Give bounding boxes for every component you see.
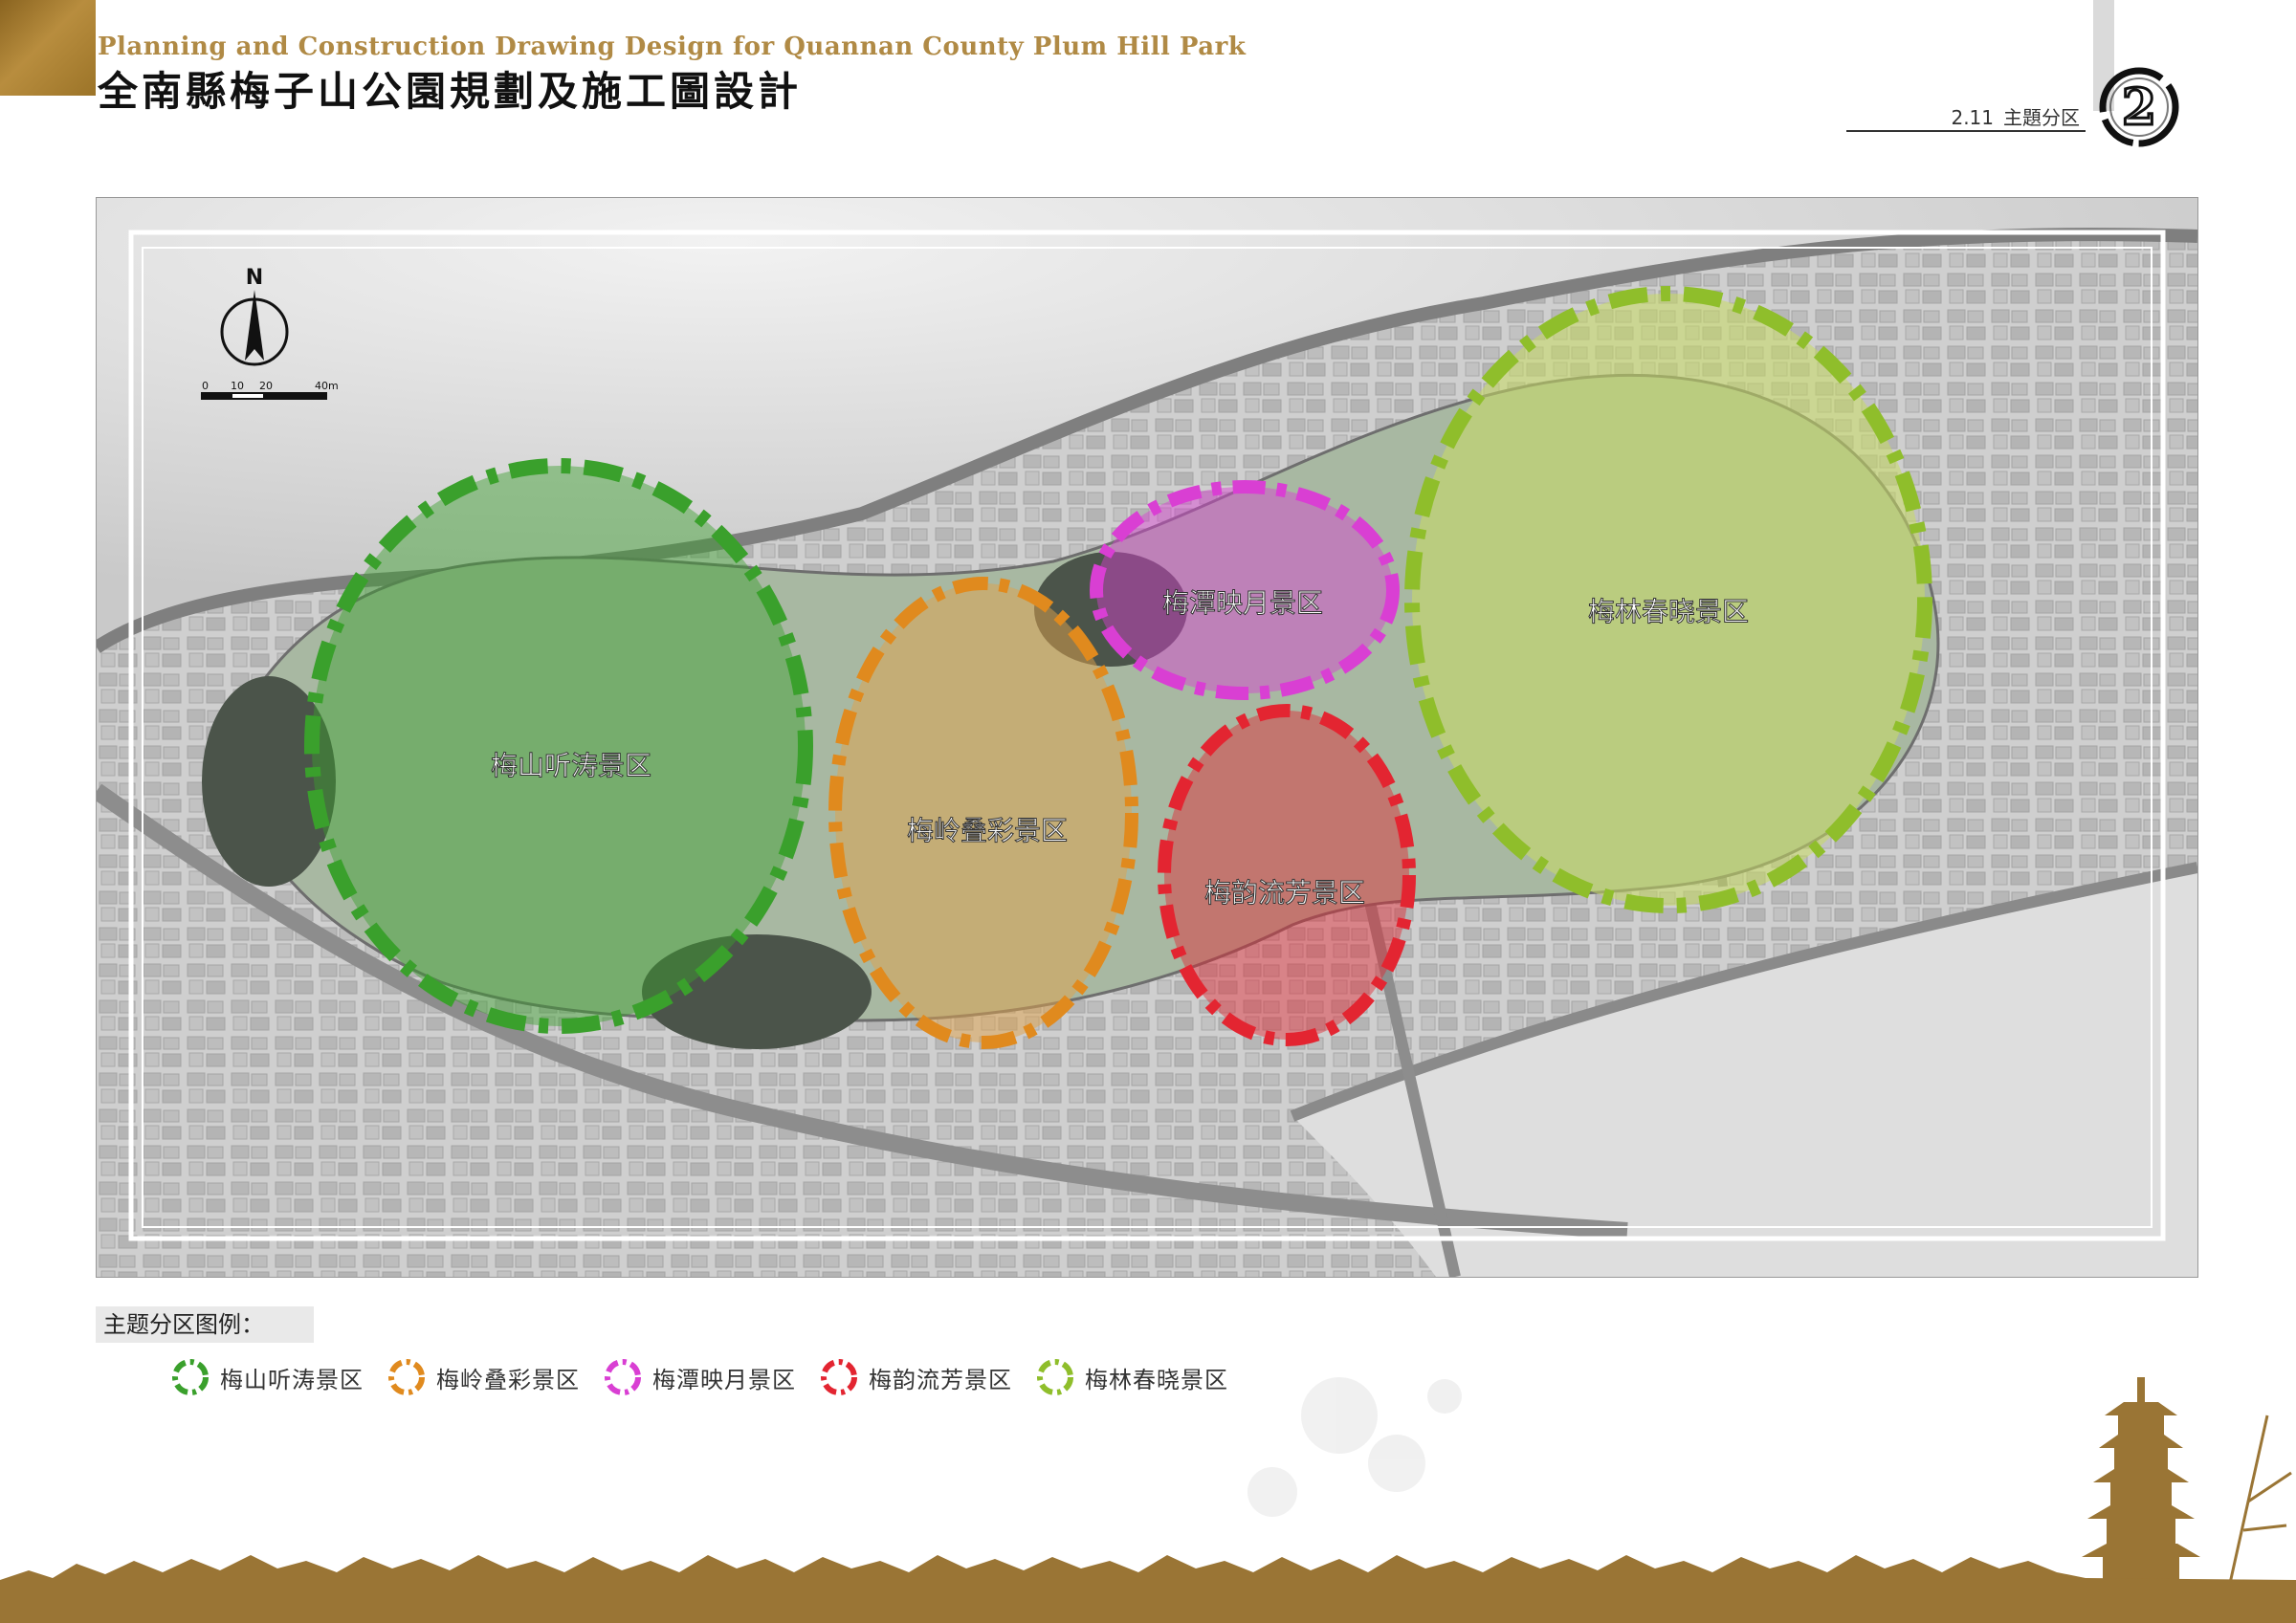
zone-meitan[interactable]: 梅潭映月景区 [1090,480,1400,700]
ink-splash [1247,1377,1462,1517]
section-title: 主題分区 [2003,106,2080,129]
zone-label-meilin: 梅林春晓景区 [1588,596,1749,627]
legend-title: 主题分区图例： [96,1306,314,1343]
zone-label-meitan: 梅潭映月景区 [1162,587,1323,619]
title-english: Planning and Construction Drawing Design… [98,33,1247,61]
zone-meishan[interactable]: 梅山听涛景区 [304,458,813,1034]
zone-label-meiyun: 梅韵流芳景区 [1204,877,1365,909]
zone-meilin[interactable]: 梅林春晓景区 [1404,286,1932,913]
zone-meiyun[interactable]: 梅韵流芳景区 [1158,704,1416,1046]
zone-label-meishan: 梅山听涛景区 [491,750,651,781]
map-canvas: 梅山听涛景区 梅岭叠彩景区 梅潭映月景区 梅韵流芳景区 梅林春晓景区 N 0 1… [97,198,2197,1277]
zone-label-meiling: 梅岭叠彩景区 [907,815,1068,846]
zone-meiling[interactable]: 梅岭叠彩景区 [828,577,1138,1049]
footer-grass-band [0,1555,2296,1623]
north-label: N [246,266,263,290]
footer-decoration [0,1377,2296,1623]
chapter-badge: 2 [2099,67,2179,147]
chapter-number: 2 [2122,78,2156,137]
title-chinese: 全南縣梅子山公園規劃及施工圖設計 [98,68,803,115]
section-label: 2.11 主題分区 [1846,103,2086,132]
svg-text:0: 0 [202,380,209,392]
corner-decoration [0,0,96,96]
svg-text:10: 10 [231,380,244,392]
section-number: 2.11 [1951,106,1994,129]
site-map: 梅山听涛景区 梅岭叠彩景区 梅潭映月景区 梅韵流芳景区 梅林春晓景区 N 0 1… [96,197,2198,1278]
svg-text:40m: 40m [315,380,339,392]
pagoda-icon [2082,1377,2200,1586]
bamboo-icon [2227,1415,2292,1589]
svg-text:20: 20 [259,380,273,392]
